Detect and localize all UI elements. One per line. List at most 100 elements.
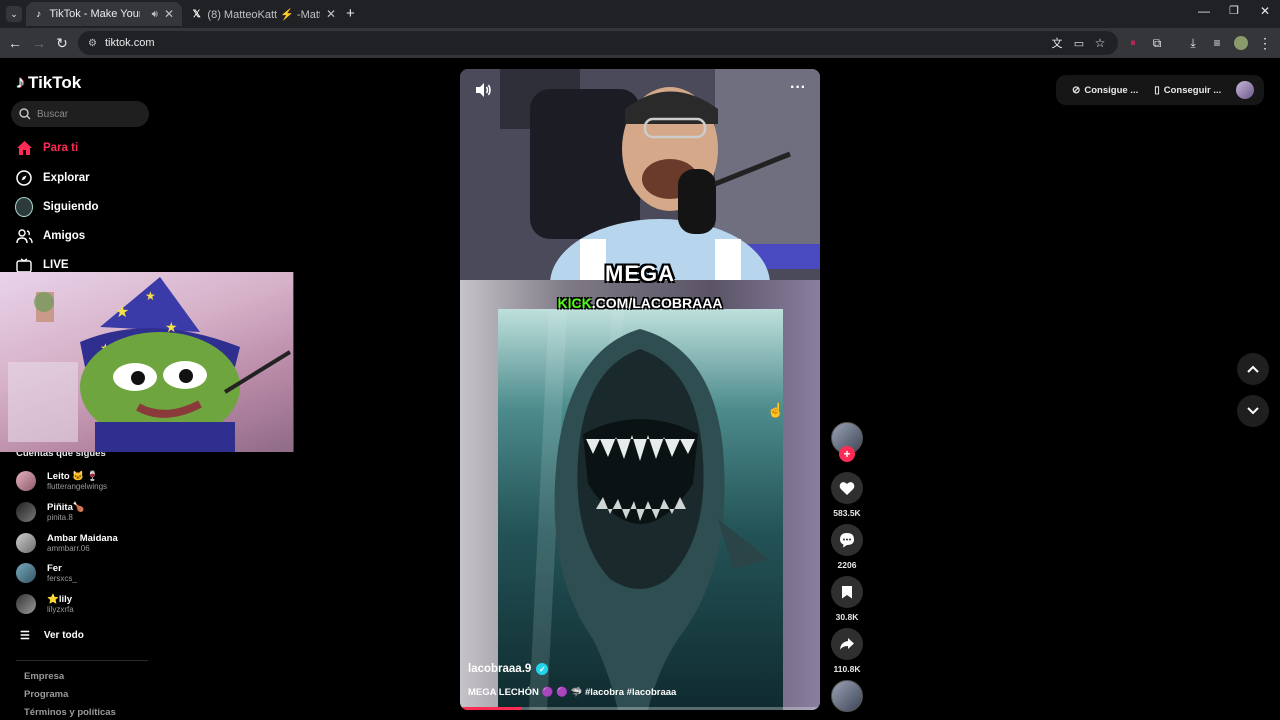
avatar [16, 502, 36, 522]
media-control-icon[interactable]: ≡ [1208, 34, 1226, 52]
get-coins-button[interactable]: ⊘ Consigue ... [1066, 85, 1144, 96]
video-author[interactable]: lacobraaa.9 ✓ [468, 663, 549, 675]
profile-avatar-icon[interactable] [1232, 34, 1250, 52]
account-name: Leito 🐱 🍷 [47, 470, 99, 482]
account-name: Piñita🍗 [47, 501, 85, 513]
chevron-up-icon [1247, 365, 1259, 373]
account-item[interactable]: Fer fersxcs_ [16, 559, 77, 587]
account-name: ⭐lily [47, 593, 73, 605]
save-button[interactable] [831, 576, 863, 608]
back-icon[interactable]: ← [6, 34, 24, 52]
video-progress-bar[interactable] [460, 707, 820, 710]
tab-title: TikTok - Make Your Day [49, 8, 139, 20]
forward-icon[interactable]: → [30, 34, 48, 52]
tab-search-button[interactable]: ⌄ [6, 6, 22, 22]
save-count: 30.8K [835, 612, 859, 622]
cast-icon[interactable]: ▭ [1070, 34, 1088, 52]
reload-icon[interactable]: ↻ [53, 34, 71, 52]
comment-count: 2206 [837, 560, 857, 570]
volume-icon[interactable] [474, 81, 492, 99]
phone-icon: ▯ [1154, 84, 1160, 96]
tiktok-favicon-icon: ♪ [36, 8, 42, 20]
user-avatar[interactable] [1236, 81, 1254, 99]
get-app-button[interactable]: ▯ Conseguir ... [1148, 85, 1227, 96]
progress-fill [460, 707, 522, 710]
svg-text:★: ★ [145, 289, 156, 303]
account-handle: lilyzxrfa [47, 604, 74, 614]
video-caption: MEGA LECHÓN 🟣 🟣 🦈 #lacobra #lacobraaa [468, 687, 677, 698]
previous-video-button[interactable] [1237, 353, 1269, 385]
nav-amigos[interactable]: Amigos [15, 225, 85, 247]
share-icon [840, 638, 854, 650]
bookmark-star-icon[interactable]: ☆ [1091, 34, 1109, 52]
next-video-button[interactable] [1237, 395, 1269, 427]
translate-icon[interactable]: 文 [1048, 34, 1066, 52]
tiktok-logo[interactable]: ♪ TikTok [16, 72, 81, 93]
pepe-wizard-illustration: ★ ★ ★ ★ [8, 277, 292, 452]
tab-tiktok[interactable]: ♪ TikTok - Make Your Day 🔊︎ ✕ [26, 2, 182, 26]
account-name: Fer [47, 562, 62, 574]
sound-disc-avatar[interactable] [831, 680, 863, 712]
site-info-icon[interactable]: ⚙ [88, 38, 97, 49]
extensions-puzzle-icon[interactable]: ⧉ [1148, 34, 1166, 52]
close-tab-icon[interactable]: ✕ [164, 7, 174, 21]
account-name: Ambar Maidana [47, 532, 118, 544]
restore-icon[interactable]: ❐ [1229, 4, 1239, 17]
footer-link-empresa[interactable]: Empresa [24, 671, 64, 682]
video-lower-section [460, 280, 820, 710]
minimize-icon[interactable]: — [1198, 4, 1210, 18]
url-field[interactable]: ⚙ tiktok.com [78, 31, 1118, 55]
verified-icon: ✓ [536, 663, 549, 675]
logo-text: TikTok [28, 72, 82, 92]
like-button[interactable] [831, 472, 863, 504]
menu-kebab-icon[interactable]: ⋮ [1256, 34, 1274, 52]
nav-siguiendo[interactable]: Siguiendo [15, 196, 99, 218]
close-tab-icon[interactable]: ✕ [326, 7, 336, 21]
tab-matteokatt[interactable]: 𝕏 (8) MatteoKatt ⚡ -Matt loves ✕ [184, 2, 344, 26]
nav-label: Para ti [43, 142, 79, 154]
footer-link-terminos[interactable]: Términos y políticas [24, 707, 116, 718]
account-item[interactable]: ⭐lily lilyzxrfa [16, 590, 74, 618]
author-name: lacobraaa.9 [468, 663, 532, 675]
account-item[interactable]: Piñita🍗 pinita.8 [16, 498, 85, 526]
comment-button[interactable] [831, 524, 863, 556]
account-item[interactable]: Ambar Maidana ammbarr.06 [16, 529, 118, 557]
friends-icon [15, 227, 33, 245]
search-input[interactable]: Buscar [11, 101, 149, 127]
more-options-icon[interactable]: ··· [790, 79, 806, 97]
footer-link-programa[interactable]: Programa [24, 689, 68, 700]
new-tab-button[interactable]: + [346, 5, 355, 22]
nav-label: Amigos [43, 230, 86, 242]
heart-icon [839, 481, 855, 495]
search-placeholder: Buscar [37, 108, 69, 120]
top-right-actions: ⊘ Consigue ... ▯ Conseguir ... [1056, 75, 1264, 105]
download-icon[interactable]: ⤓ [1184, 34, 1202, 52]
divider [16, 660, 148, 661]
url-text: tiktok.com [104, 37, 155, 49]
streamer-camera-feed [460, 69, 820, 349]
overlay-text-kick-url: KICK.COM/LACOBRAAA [460, 295, 820, 311]
x-favicon-icon: 𝕏 [192, 8, 201, 20]
extension-color-icon[interactable]: ⏸ [1124, 34, 1142, 52]
address-bar-row: ← → ↻ ⚙ tiktok.com 文 ▭ ☆ ⏸ ⧉ ⤓ ≡ ⋮ [0, 28, 1280, 58]
video-player[interactable]: MEGA KICK.COM/LACOBRAAA ··· lacobraaa.9 … [460, 69, 820, 710]
account-handle: flutterangelwings [47, 481, 108, 491]
tab-title: (8) MatteoKatt ⚡ -Matt loves [207, 8, 320, 21]
browser-chrome: ⌄ ♪ TikTok - Make Your Day 🔊︎ ✕ 𝕏 (8) Ma… [0, 0, 1280, 58]
share-button[interactable] [831, 628, 863, 660]
close-window-icon[interactable]: ✕ [1260, 4, 1270, 18]
search-icon [19, 108, 31, 120]
account-handle: ammbarr.06 [47, 543, 90, 553]
see-all-button[interactable]: ☰ Ver todo [20, 629, 84, 642]
nav-para-ti[interactable]: Para ti [15, 137, 78, 159]
account-item[interactable]: Leito 🐱 🍷 flutterangelwings [16, 467, 107, 495]
stream-overlay-image: ★ ★ ★ ★ [0, 272, 294, 452]
avatar [16, 594, 36, 614]
home-icon [15, 139, 33, 157]
chevron-down-icon [1247, 407, 1259, 415]
mouse-cursor-icon: ☝ [767, 402, 785, 418]
nav-explorar[interactable]: Explorar [15, 167, 90, 189]
following-icon [15, 197, 33, 217]
compass-icon [15, 169, 33, 187]
follow-plus-button[interactable]: + [839, 446, 855, 462]
